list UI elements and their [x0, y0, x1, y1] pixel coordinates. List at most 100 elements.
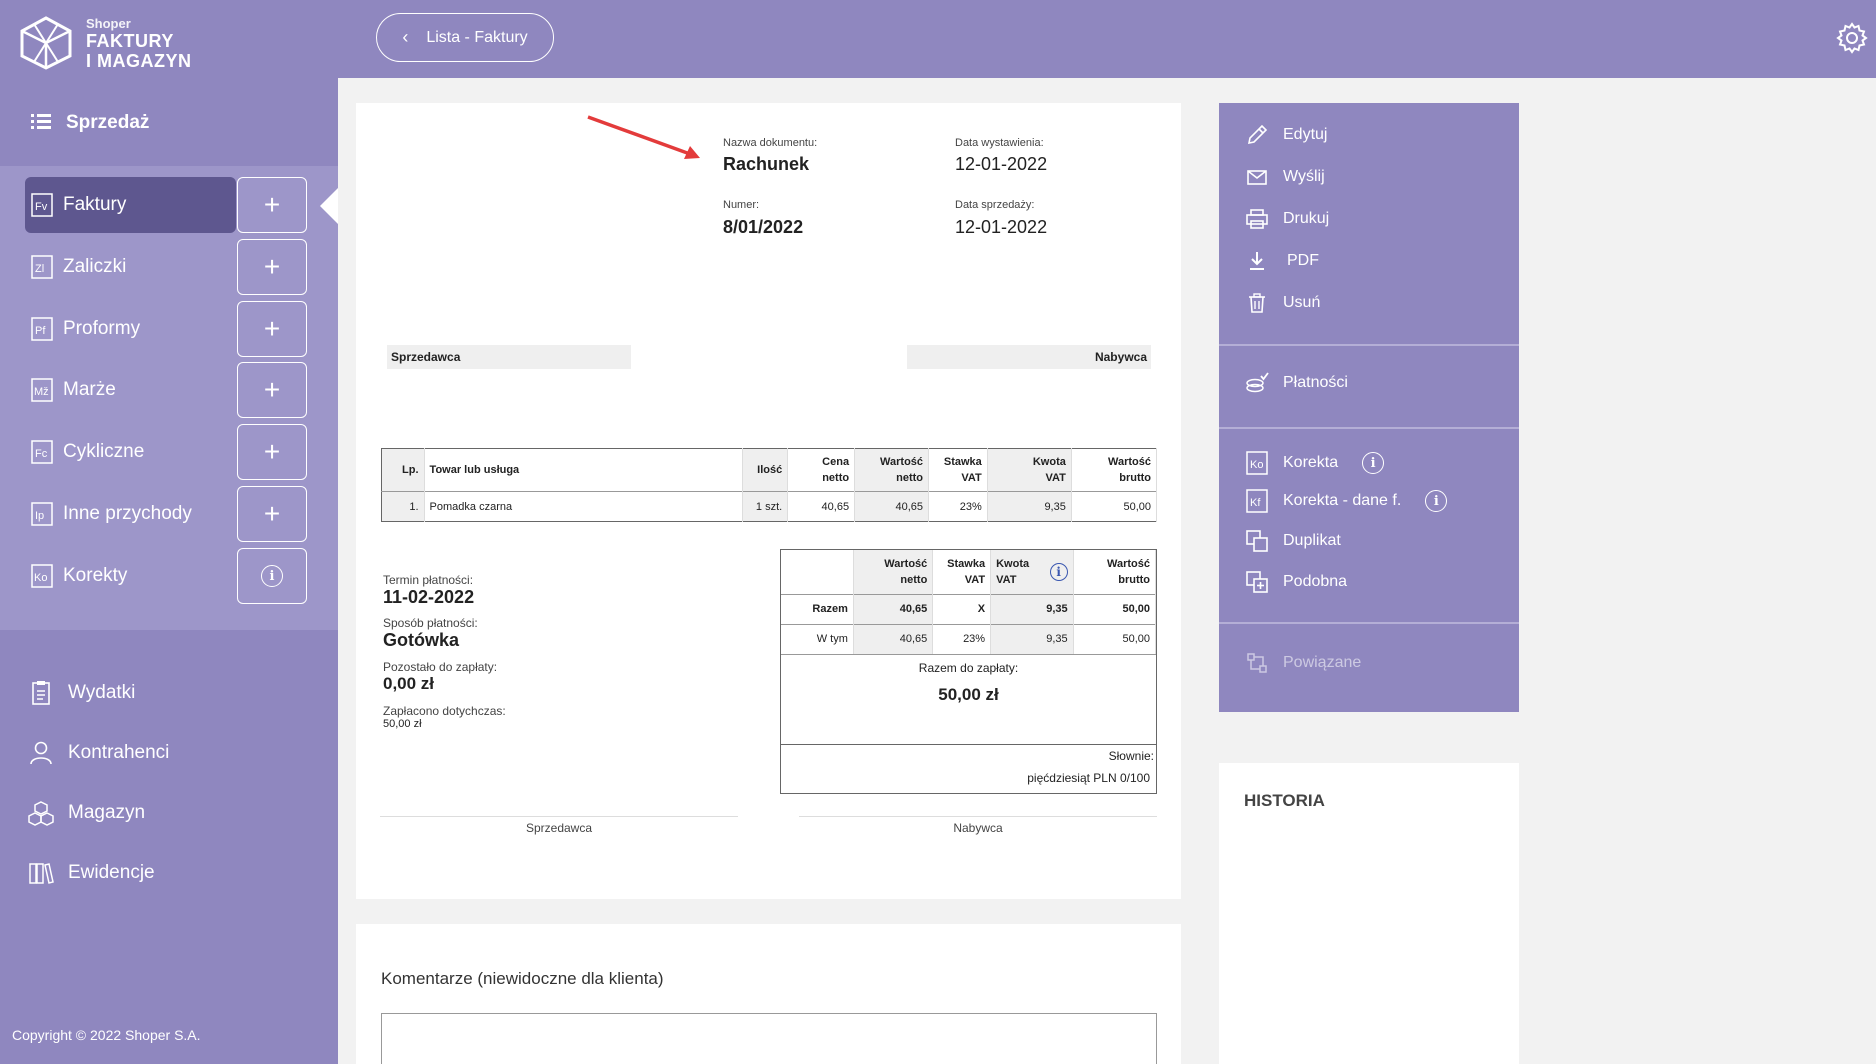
correction-data-label: Korekta - dane f.: [1283, 492, 1402, 509]
svg-text:Fv: Fv: [35, 201, 48, 213]
sidebar-label-marze: Marże: [63, 379, 116, 400]
buyer-signature-line: [799, 816, 1157, 817]
printer-icon: [1246, 209, 1268, 229]
sidebar-label-korekty: Korekty: [63, 565, 128, 586]
cell-vat-amount: 9,35: [987, 491, 1072, 522]
clipboard-icon: [32, 681, 50, 705]
add-cykliczna-button[interactable]: +: [237, 424, 307, 480]
sidebar-item-wydatki[interactable]: Wydatki: [28, 680, 135, 706]
similar-label: Podobna: [1283, 573, 1348, 590]
advance-icon: Zl: [31, 255, 53, 279]
comments-input[interactable]: [381, 1013, 1157, 1064]
sidebar-link-faktury[interactable]: Fv Faktury: [25, 177, 236, 233]
svg-text:Ko: Ko: [1250, 459, 1263, 471]
sidebar-link-marze[interactable]: Mž Marże: [25, 362, 236, 418]
summary-col-rate: Stawka VAT: [932, 550, 992, 594]
total-net: 40,65: [853, 593, 934, 624]
actions-divider: [1219, 622, 1519, 624]
pdf-button[interactable]: PDF: [1245, 249, 1319, 273]
sidebar-link-inne-przychody[interactable]: Ip Inne przychody: [25, 486, 236, 542]
books-icon: [29, 863, 54, 884]
sidebar-link-cykliczne[interactable]: Fc Cykliczne: [25, 424, 236, 480]
download-icon: [1250, 252, 1264, 270]
actions-divider: [1219, 344, 1519, 346]
similar-button[interactable]: Podobna: [1245, 570, 1347, 594]
info-icon[interactable]: i: [1049, 562, 1068, 581]
payment-terms: Termin płatności: 11-02-2022: [383, 573, 474, 608]
col-name: Towar lub usługa: [424, 448, 743, 492]
add-proforma-button[interactable]: +: [237, 301, 307, 357]
incl-label: W tym: [781, 623, 854, 654]
summary-col-vat: Kwota VAT i: [990, 550, 1074, 594]
amount-in-words: Słownie: pięćdziesiąt PLN 0/100: [781, 744, 1156, 793]
correction-icon: Ko: [31, 564, 53, 588]
chevron-left-icon: ‹: [402, 27, 409, 47]
duplicate-label: Duplikat: [1283, 532, 1341, 549]
to-pay-label: Razem do zapłaty:: [918, 661, 1019, 675]
sidebar-item-kontrahenci[interactable]: Kontrahenci: [28, 740, 169, 766]
delete-button[interactable]: Usuń: [1245, 291, 1320, 315]
summary-col-net: Wartość netto: [853, 550, 934, 594]
summary-incl-row: W tym 40,65 23% 9,35 50,00: [781, 623, 1157, 654]
sidebar-item-magazyn[interactable]: Magazyn: [28, 800, 145, 826]
svg-text:Fc: Fc: [35, 448, 48, 460]
col-net-value: Wartość netto: [854, 448, 930, 492]
sidebar-label-ewidencje: Ewidencje: [68, 862, 155, 883]
doc-name-label: Nazwa dokumentu:: [723, 137, 818, 149]
related-button[interactable]: Powiązane: [1245, 651, 1361, 675]
korekty-info-button[interactable]: i: [237, 548, 307, 604]
sidebar-item-proformy: Pf Proformy +: [0, 301, 338, 357]
sidebar-link-korekty[interactable]: Ko Korekty: [25, 548, 236, 604]
edit-button[interactable]: Edytuj: [1245, 123, 1327, 147]
summary-header-row: Wartość netto Stawka VAT Kwota VAT i Warto…: [781, 550, 1157, 594]
sale-date: 12-01-2022: [955, 217, 1048, 237]
add-marza-button[interactable]: +: [237, 362, 307, 418]
actions-divider: [1219, 427, 1519, 429]
invoice-icon: Fv: [31, 193, 53, 217]
sidebar-item-cykliczne: Fc Cykliczne +: [0, 424, 338, 480]
cell-net-value: 40,65: [854, 491, 930, 522]
boxes-icon: [28, 801, 54, 826]
send-button[interactable]: Wyślij: [1245, 165, 1325, 189]
related-label: Powiązane: [1283, 654, 1362, 671]
add-faktura-button[interactable]: +: [237, 177, 307, 233]
doc-number-label: Numer:: [723, 199, 760, 211]
col-net-price: Cena netto: [787, 448, 856, 492]
payments-button[interactable]: Płatności: [1245, 371, 1348, 395]
history-title: HISTORIA: [1244, 791, 1325, 810]
correction-data-button[interactable]: Kf Korekta - dane f. i: [1245, 489, 1448, 513]
words-label: Słownie:: [1108, 749, 1154, 763]
amount-to-pay: Razem do zapłaty: 50,00 zł: [781, 654, 1156, 744]
items-table: Lp. Towar lub usługa Ilość Cena netto Wa…: [381, 448, 1158, 522]
svg-text:Kf: Kf: [1250, 497, 1261, 509]
back-label: Lista - Faktury: [426, 28, 528, 46]
issue-date: 12-01-2022: [955, 154, 1048, 174]
sidebar-link-zaliczki[interactable]: Zl Zaliczki: [25, 239, 236, 295]
duplicate-button[interactable]: Duplikat: [1245, 529, 1341, 553]
cell-lp: 1.: [381, 491, 425, 522]
nav-sales[interactable]: Sprzedaż: [30, 112, 149, 134]
correction-button[interactable]: Ko Korekta i: [1245, 451, 1385, 475]
logo-icon: [20, 16, 72, 70]
sidebar-link-proformy[interactable]: Pf Proformy: [25, 301, 236, 357]
total-vat: 9,35: [990, 593, 1074, 624]
add-zaliczka-button[interactable]: +: [237, 239, 307, 295]
sidebar-item-ewidencje[interactable]: Ewidencje: [28, 860, 155, 886]
print-label: Drukuj: [1283, 210, 1330, 227]
topbar: ‹ Lista - Faktury: [338, 0, 1876, 78]
back-to-list-button[interactable]: ‹ Lista - Faktury: [376, 13, 554, 62]
gear-icon[interactable]: [1836, 22, 1868, 54]
info-icon[interactable]: i: [1362, 452, 1385, 474]
sidebar-label-faktury: Faktury: [63, 194, 127, 215]
copy-plus-icon: [1246, 571, 1268, 593]
print-button[interactable]: Drukuj: [1245, 207, 1329, 231]
add-inne-przychody-button[interactable]: +: [237, 486, 307, 542]
trash-icon: [1249, 293, 1265, 313]
summary-table: Wartość netto Stawka VAT Kwota VAT i Warto…: [780, 549, 1157, 794]
sidebar-item-inne-przychody: Ip Inne przychody +: [0, 486, 338, 542]
info-icon[interactable]: i: [1425, 490, 1448, 512]
app-logo[interactable]: Shoper FAKTURY I MAGAZYN: [18, 16, 192, 70]
pdf-label: PDF: [1287, 252, 1319, 269]
sidebar-label-magazyn: Magazyn: [68, 802, 146, 823]
col-lp: Lp.: [381, 448, 425, 492]
